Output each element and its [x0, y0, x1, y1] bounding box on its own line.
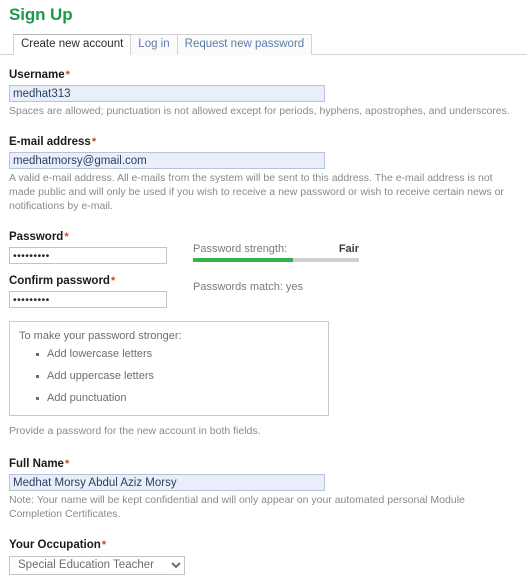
password-label-text: Password	[9, 231, 64, 243]
username-label: Username*	[9, 68, 518, 82]
password-label: Password*	[9, 230, 193, 244]
field-full-name: Full Name* Note: Your name will be kept …	[9, 457, 518, 521]
password-strength-label: Password strength:	[193, 243, 288, 255]
password-strength-fill	[193, 258, 293, 262]
full-name-input[interactable]	[9, 474, 325, 491]
required-marker: *	[91, 136, 97, 148]
field-confirm-password: Confirm password*	[9, 274, 193, 308]
confirm-password-label-text: Confirm password	[9, 275, 110, 287]
password-strength-row: Password strength: Fair	[193, 243, 359, 256]
username-description: Spaces are allowed; punctuation is not a…	[9, 105, 510, 117]
tab-create-new-account[interactable]: Create new account	[13, 34, 132, 56]
list-item: Add uppercase letters	[36, 370, 319, 383]
list-item: Add lowercase letters	[36, 348, 319, 361]
password-tips-title: To make your password stronger:	[19, 330, 182, 342]
tab-bar: Create new account Log in Request new pa…	[0, 33, 527, 56]
field-email: E-mail address* A valid e-mail address. …	[9, 135, 518, 213]
username-label-text: Username	[9, 69, 65, 81]
tab-log-in[interactable]: Log in	[130, 34, 178, 55]
required-marker: *	[64, 231, 69, 243]
username-input[interactable]	[9, 85, 325, 102]
tab-request-new-password[interactable]: Request new password	[176, 34, 313, 55]
password-section: Password* Confirm password* Password str…	[9, 230, 518, 308]
page-title: Sign Up	[9, 5, 73, 24]
signup-form: Username* Spaces are allowed; punctuatio…	[0, 68, 527, 577]
password-description: Provide a password for the new account i…	[9, 425, 261, 437]
required-marker: *	[101, 539, 107, 551]
email-input[interactable]	[9, 152, 325, 169]
password-strength-verdict: Fair	[338, 243, 359, 255]
signup-page: Sign Up Create new account Log in Reques…	[0, 5, 527, 577]
required-marker: *	[65, 69, 70, 81]
required-marker: *	[64, 458, 70, 470]
password-tips-list: Add lowercase letters Add uppercase lett…	[19, 348, 319, 405]
list-item: Add punctuation	[36, 392, 319, 405]
password-fields-column: Password* Confirm password*	[9, 230, 193, 308]
email-label: E-mail address*	[9, 135, 518, 149]
required-marker: *	[110, 275, 116, 287]
full-name-label-text: Full Name	[9, 458, 64, 470]
passwords-match-status: Passwords match: yes	[193, 281, 304, 293]
confirm-password-label: Confirm password*	[9, 274, 193, 288]
password-strength-track	[193, 258, 359, 262]
occupation-select[interactable]: Special Education Teacher	[9, 555, 185, 575]
confirm-password-input[interactable]	[9, 291, 167, 308]
occupation-label: Your Occupation*	[9, 538, 518, 552]
field-password: Password*	[9, 230, 193, 264]
full-name-label: Full Name*	[9, 457, 518, 471]
email-description: A valid e-mail address. All e-mails from…	[9, 172, 504, 212]
password-strength-column: Password strength: Fair Passwords match:…	[193, 230, 518, 294]
full-name-description: Note: Your name will be kept confidentia…	[9, 494, 465, 520]
email-label-text: E-mail address	[9, 136, 91, 148]
field-occupation: Your Occupation* Special Education Teach…	[9, 538, 518, 575]
occupation-label-text: Your Occupation	[9, 539, 101, 551]
field-username: Username* Spaces are allowed; punctuatio…	[9, 68, 518, 118]
password-input[interactable]	[9, 247, 167, 264]
password-tips-box: To make your password stronger: Add lowe…	[9, 321, 329, 416]
